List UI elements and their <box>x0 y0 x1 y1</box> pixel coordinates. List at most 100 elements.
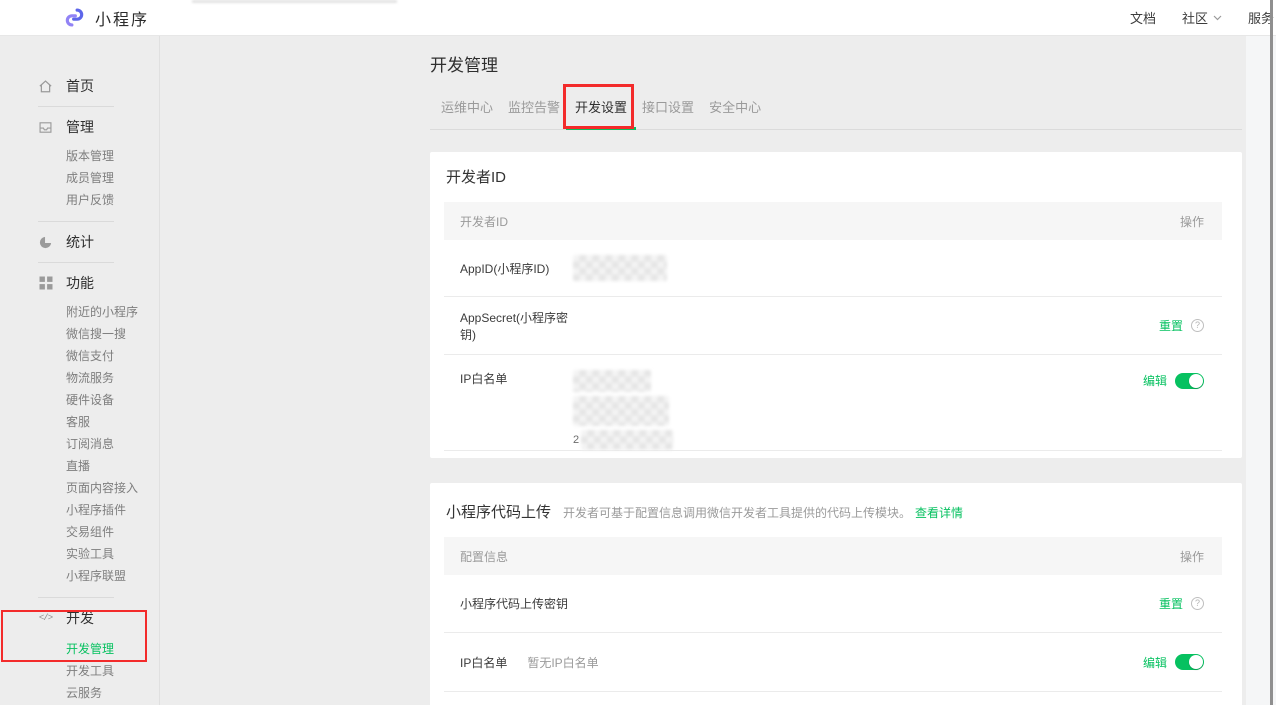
sidebar-item-live[interactable]: 直播 <box>0 455 159 477</box>
code-upload-card: 小程序代码上传 开发者可基于配置信息调用微信开发者工具提供的代码上传模块。 查看… <box>430 483 1242 705</box>
row-actions: 编辑 <box>1143 372 1204 389</box>
sidebar-item-features[interactable]: 功能 <box>0 273 159 293</box>
sidebar-item-dev-tools[interactable]: 开发工具 <box>0 660 159 682</box>
sidebar-item-logistics[interactable]: 物流服务 <box>0 367 159 389</box>
tab-api-settings[interactable]: 接口设置 <box>642 97 694 129</box>
top-nav: 文档 社区 服务 <box>1130 8 1274 27</box>
upload-key-row: 小程序代码上传密钥 重置 <box>444 575 1222 633</box>
brand-title: 小程序 <box>95 6 149 30</box>
sidebar: 首页 管理 版本管理 成员管理 用户反馈 统计 功能 <box>0 36 160 705</box>
developer-id-card: 开发者ID 开发者ID 操作 AppID(小程序ID) AppSecret(小程… <box>430 152 1242 458</box>
help-icon[interactable] <box>1191 597 1204 610</box>
appsecret-label: AppSecret(小程序密钥) <box>460 309 573 343</box>
sidebar-group-develop-children: 开发管理 开发工具 云服务 <box>0 638 159 704</box>
row-actions: 重置 <box>1159 595 1204 612</box>
edit-ip-whitelist-link[interactable]: 编辑 <box>1143 372 1167 389</box>
row-actions: 编辑 <box>1143 654 1204 671</box>
sidebar-item-page-content[interactable]: 页面内容接入 <box>0 477 159 499</box>
sidebar-item-trade-component[interactable]: 交易组件 <box>0 521 159 543</box>
divider <box>38 262 114 263</box>
code-icon: </> <box>38 611 53 626</box>
redacted-ip-line: 2 <box>573 430 673 450</box>
sidebar-item-experiment-tools[interactable]: 实验工具 <box>0 543 159 565</box>
top-header: 小程序 文档 社区 服务 <box>0 0 1276 36</box>
help-icon[interactable] <box>1191 319 1204 332</box>
sidebar-item-label: 首页 <box>66 76 94 96</box>
tab-ops-center[interactable]: 运维中心 <box>441 97 493 129</box>
window-edge-artifact <box>192 0 397 3</box>
tab-monitor-alert[interactable]: 监控告警 <box>508 97 560 129</box>
table-header: 配置信息 操作 <box>444 537 1222 575</box>
sidebar-item-manage[interactable]: 管理 <box>0 117 159 137</box>
sidebar-item-label: 开发 <box>66 608 94 628</box>
sidebar-item-dev-management[interactable]: 开发管理 <box>0 638 159 660</box>
card-title: 小程序代码上传 <box>446 502 551 523</box>
page-title: 开发管理 <box>430 51 1242 76</box>
table-header: 开发者ID 操作 <box>444 202 1222 240</box>
sidebar-item-miniprogram-union[interactable]: 小程序联盟 <box>0 565 159 587</box>
sidebar-item-wechat-search[interactable]: 微信搜一搜 <box>0 323 159 345</box>
drawer-icon <box>38 120 53 135</box>
sidebar-group-features-children: 附近的小程序 微信搜一搜 微信支付 物流服务 硬件设备 客服 订阅消息 直播 页… <box>0 301 159 587</box>
sidebar-item-wechat-pay[interactable]: 微信支付 <box>0 345 159 367</box>
card-head: 小程序代码上传 开发者可基于配置信息调用微信开发者工具提供的代码上传模块。 查看… <box>444 483 1222 523</box>
appid-label: AppID(小程序ID) <box>460 260 573 277</box>
upload-ip-whitelist-row: IP白名单 暂无IP白名单 编辑 <box>444 633 1222 692</box>
sidebar-item-cloud-service[interactable]: 云服务 <box>0 682 159 704</box>
card-description: 开发者可基于配置信息调用微信开发者工具提供的代码上传模块。 <box>563 504 911 521</box>
edit-upload-ip-whitelist-link[interactable]: 编辑 <box>1143 654 1167 671</box>
table-header-action: 操作 <box>1180 213 1204 230</box>
pie-chart-icon <box>38 235 53 250</box>
tab-dev-settings[interactable]: 开发设置 <box>575 97 627 129</box>
row-actions: 重置 <box>1159 317 1204 334</box>
sidebar-item-develop[interactable]: </> 开发 <box>0 608 159 628</box>
upload-key-label: 小程序代码上传密钥 <box>460 595 568 612</box>
divider <box>38 106 114 107</box>
upload-ip-whitelist-toggle[interactable] <box>1175 654 1204 670</box>
sidebar-item-member-mgmt[interactable]: 成员管理 <box>0 167 159 189</box>
tab-bar: 运维中心 监控告警 开发设置 接口设置 安全中心 <box>430 97 1242 130</box>
scrollbar-thumb[interactable] <box>1270 0 1273 705</box>
ip-whitelist-label: IP白名单 <box>460 370 573 387</box>
home-icon <box>38 79 53 94</box>
view-details-link[interactable]: 查看详情 <box>915 504 963 521</box>
ip-whitelist-label: IP白名单 <box>460 654 507 671</box>
grid-icon <box>38 276 53 291</box>
sidebar-item-plugin[interactable]: 小程序插件 <box>0 499 159 521</box>
redacted-appid-value <box>573 255 667 281</box>
table-header-left: 配置信息 <box>460 548 508 565</box>
sidebar-item-hardware[interactable]: 硬件设备 <box>0 389 159 411</box>
wechat-miniprogram-console: 小程序 文档 社区 服务 首页 管理 <box>0 0 1276 705</box>
table-header-left: 开发者ID <box>460 213 508 230</box>
sidebar-item-label: 统计 <box>66 232 94 252</box>
ip-whitelist-empty-value: 暂无IP白名单 <box>527 654 598 671</box>
ip-whitelist-row: IP白名单 2 编辑 <box>444 355 1222 451</box>
sidebar-item-version-mgmt[interactable]: 版本管理 <box>0 145 159 167</box>
nav-community[interactable]: 社区 <box>1182 8 1222 27</box>
sidebar-item-customer-service[interactable]: 客服 <box>0 411 159 433</box>
divider <box>38 597 114 598</box>
redacted-ip-value <box>573 396 669 426</box>
wechat-miniprogram-logo-icon[interactable] <box>64 7 85 28</box>
sidebar-item-user-feedback[interactable]: 用户反馈 <box>0 189 159 211</box>
reset-upload-key-link[interactable]: 重置 <box>1159 595 1183 612</box>
sidebar-item-nearby-miniprogram[interactable]: 附近的小程序 <box>0 301 159 323</box>
nav-community-label: 社区 <box>1182 8 1208 27</box>
sidebar-item-label: 功能 <box>66 273 94 293</box>
appid-row: AppID(小程序ID) <box>444 240 1222 297</box>
chevron-down-icon <box>1213 15 1222 21</box>
sidebar-item-statistics[interactable]: 统计 <box>0 232 159 252</box>
ip-whitelist-toggle[interactable] <box>1175 373 1204 389</box>
redacted-ip-list: 2 <box>573 370 673 450</box>
redacted-ip-value <box>581 430 673 450</box>
card-title: 开发者ID <box>444 152 1222 202</box>
reset-appsecret-link[interactable]: 重置 <box>1159 317 1183 334</box>
sidebar-item-subscribe-message[interactable]: 订阅消息 <box>0 433 159 455</box>
nav-docs[interactable]: 文档 <box>1130 8 1156 27</box>
divider <box>38 221 114 222</box>
sidebar-group-manage-children: 版本管理 成员管理 用户反馈 <box>0 145 159 211</box>
tab-security-center[interactable]: 安全中心 <box>709 97 761 129</box>
main-content: 开发管理 运维中心 监控告警 开发设置 接口设置 安全中心 开发者ID 开发者I… <box>430 36 1242 705</box>
sidebar-item-home[interactable]: 首页 <box>0 76 159 96</box>
table-header-action: 操作 <box>1180 548 1204 565</box>
